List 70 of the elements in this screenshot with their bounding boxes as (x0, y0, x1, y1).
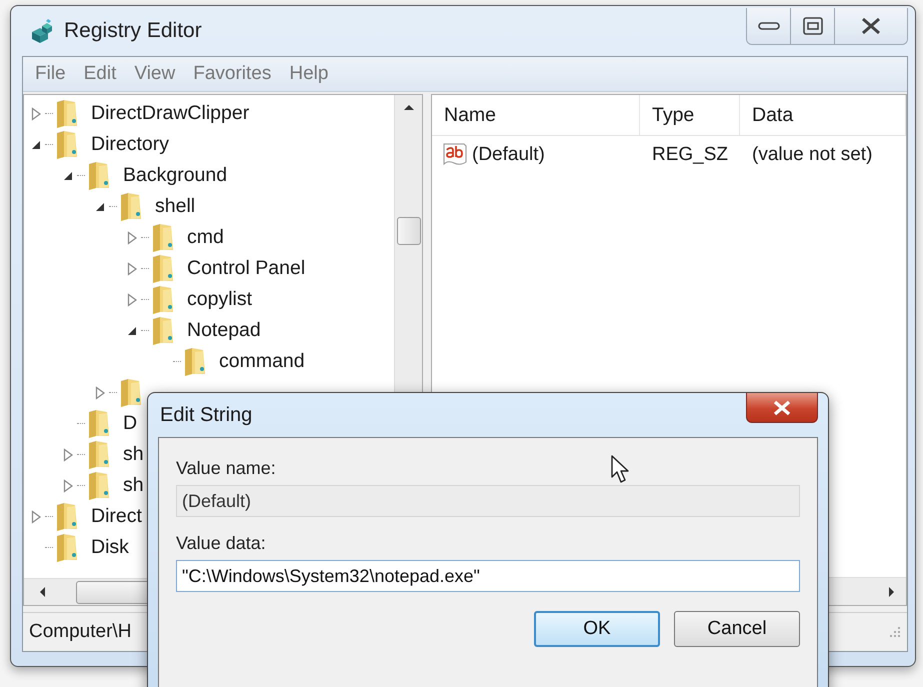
value-name[interactable]: (Default) (472, 144, 545, 166)
expand-arrow-icon[interactable] (30, 510, 42, 524)
tree-item[interactable]: sh (123, 443, 144, 466)
expand-arrow-icon[interactable] (62, 478, 74, 492)
column-header[interactable]: Type (640, 95, 740, 135)
dialog-title: Edit String (159, 404, 252, 426)
tree-item[interactable]: Background (123, 164, 228, 187)
folder-icon (119, 190, 143, 222)
tree-item[interactable]: cmd (187, 226, 224, 249)
tree-item[interactable]: sh (123, 474, 144, 497)
maximize-icon (802, 17, 822, 35)
expand-arrow-icon[interactable] (30, 106, 42, 120)
tree-item[interactable]: shell (155, 195, 196, 218)
folder-icon (87, 470, 111, 502)
column-header[interactable]: Data (740, 95, 906, 135)
string-value-icon (442, 142, 468, 168)
value-data: (value not set) (751, 144, 874, 166)
minimize-icon (758, 21, 780, 31)
tree-item[interactable]: copylist (187, 288, 252, 311)
menu-item[interactable]: Edit (84, 63, 116, 85)
scroll-right-icon[interactable] (888, 586, 896, 598)
folder-icon (87, 408, 111, 440)
menu-item[interactable]: Help (289, 63, 328, 85)
column-header[interactable]: Name (432, 95, 640, 135)
menu-item[interactable]: View (134, 63, 176, 85)
expand-arrow-icon[interactable] (94, 386, 106, 400)
close-icon (860, 17, 882, 35)
minimize-button[interactable] (747, 8, 791, 44)
value-type: REG_SZ (651, 144, 730, 166)
folder-icon (55, 532, 79, 564)
folder-icon (151, 252, 175, 284)
folder-icon (151, 284, 175, 316)
tree-item[interactable]: Direct (91, 505, 142, 528)
menu-item[interactable]: File (35, 63, 66, 85)
value-data-field[interactable]: "C:\Windows\System32\notepad.exe" (176, 560, 800, 592)
ok-button[interactable]: OK (534, 611, 660, 647)
tree-item[interactable]: Disk (91, 536, 129, 559)
expand-arrow-icon[interactable] (126, 230, 138, 244)
cancel-button[interactable]: Cancel (674, 611, 800, 647)
folder-icon (87, 438, 111, 470)
maximize-button[interactable] (791, 8, 835, 44)
window-title: Registry Editor (64, 19, 203, 43)
folder-icon (55, 500, 79, 532)
expand-arrow-icon[interactable] (126, 292, 138, 306)
field-label: Value name: (176, 458, 276, 479)
close-button[interactable] (835, 8, 907, 44)
folder-icon (87, 160, 111, 192)
folder-icon (151, 314, 175, 346)
folder-icon (119, 376, 143, 408)
tree-item[interactable]: Directory (91, 133, 170, 156)
resize-grip-icon[interactable] (889, 626, 901, 638)
status-path: Computer\H (29, 621, 132, 643)
menu-item[interactable]: Favorites (193, 63, 272, 85)
close-icon (772, 400, 792, 416)
tree-item[interactable]: command (219, 350, 305, 373)
close-button[interactable] (746, 393, 818, 423)
folder-icon (183, 346, 207, 378)
expand-arrow-icon[interactable] (126, 262, 138, 276)
scroll-thumb[interactable] (396, 217, 420, 245)
tree-item[interactable]: DirectDrawClipper (91, 102, 250, 125)
tree-item[interactable]: D (123, 412, 138, 435)
expand-arrow-icon[interactable] (62, 448, 74, 462)
folder-icon (55, 98, 79, 130)
folder-icon (55, 128, 79, 160)
scroll-up-icon[interactable] (402, 103, 414, 111)
field-label: Value data: (176, 533, 266, 554)
folder-icon (151, 222, 175, 254)
scroll-left-icon[interactable] (38, 586, 46, 598)
tree-item[interactable]: Control Panel (187, 257, 306, 280)
tree-item[interactable]: Notepad (187, 319, 261, 342)
